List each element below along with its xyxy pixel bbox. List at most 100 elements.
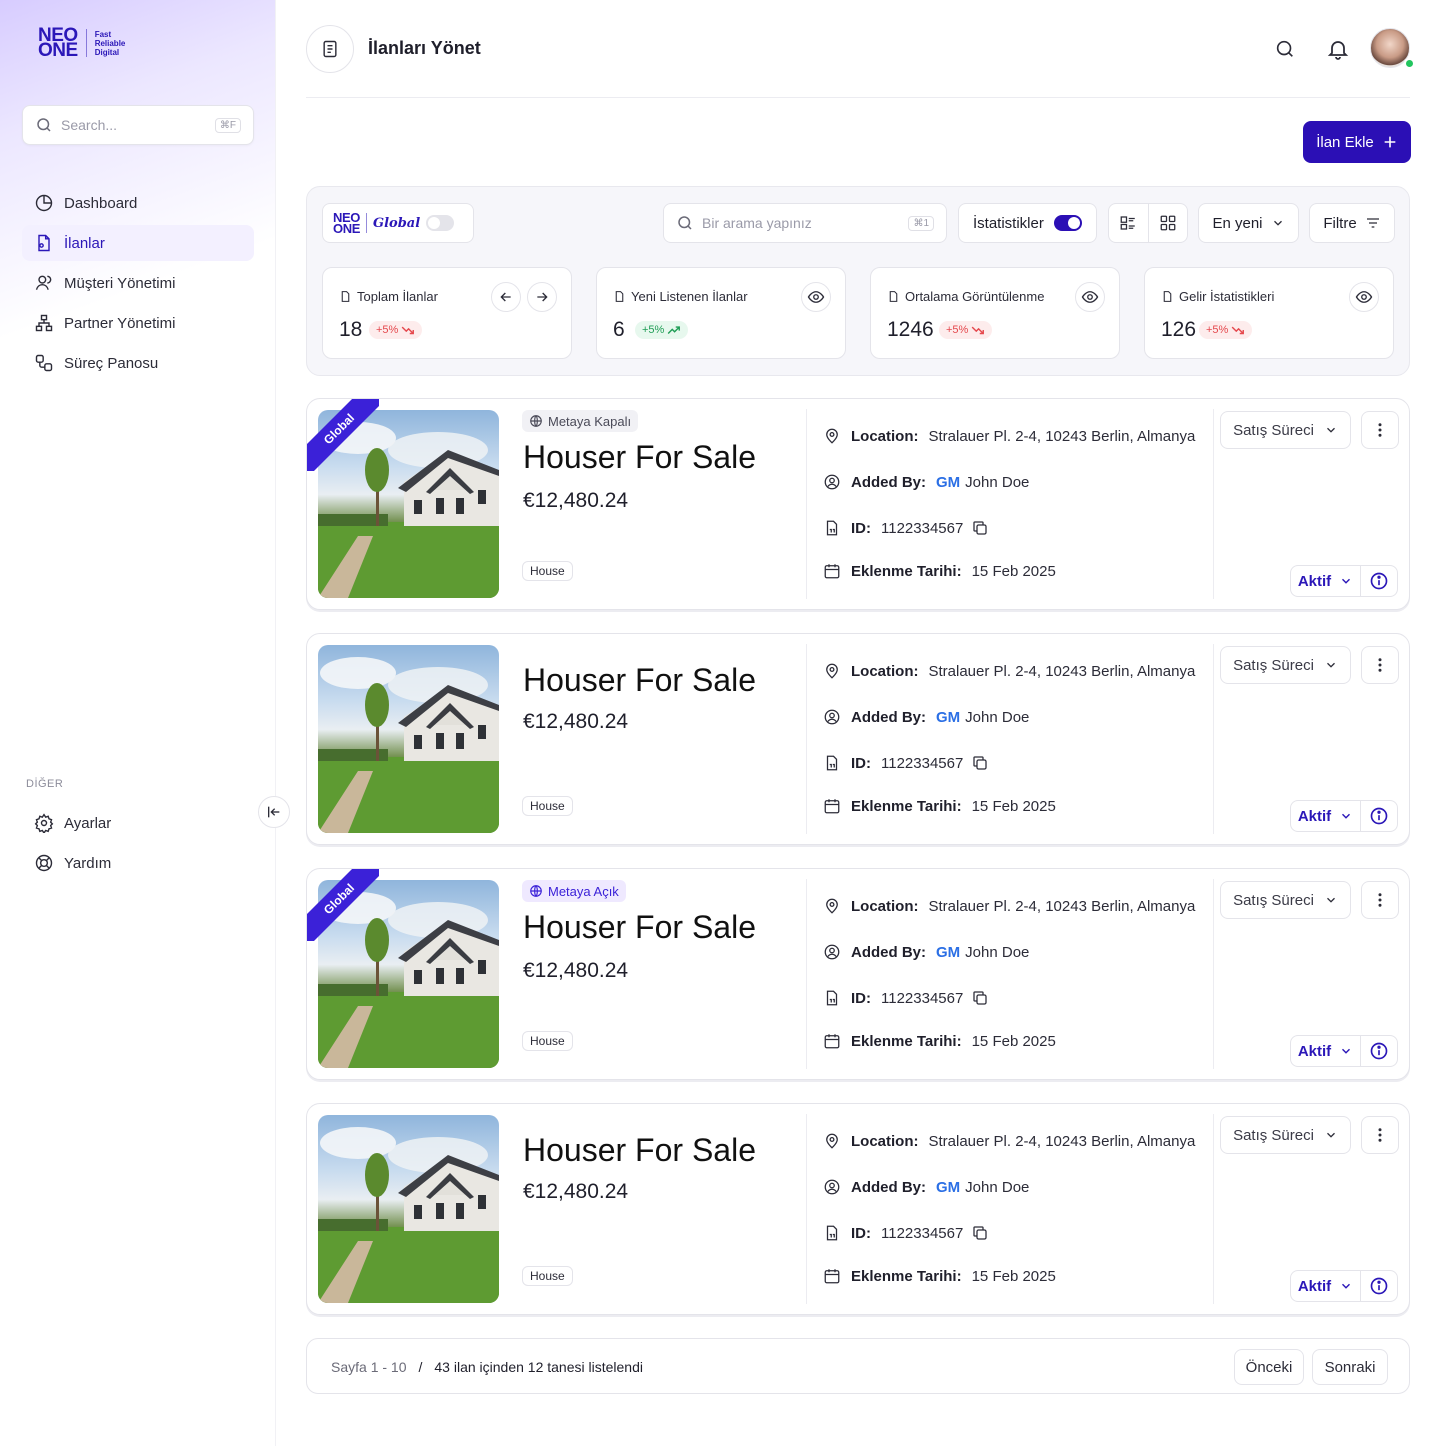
sidebar-item-ilanlar[interactable]: İlanlar [22, 225, 254, 261]
listing-photo[interactable] [318, 645, 499, 833]
user-initials: GM [936, 1178, 961, 1196]
statistics-switch[interactable] [1053, 215, 1082, 231]
file-icon [341, 291, 350, 302]
sidebar-item-musteri-yonetimi[interactable]: Müşteri Yönetimi [22, 265, 254, 301]
more-actions-button[interactable] [1361, 1116, 1399, 1154]
sidebar-item-ayarlar[interactable]: Ayarlar [22, 805, 254, 841]
location-value: Stralauer Pl. 2-4, 10243 Berlin, Almanya [928, 1132, 1196, 1150]
sales-process-dropdown[interactable]: Satış Süreci [1220, 881, 1351, 919]
id-document-icon [826, 520, 838, 536]
header-search-button[interactable] [1274, 38, 1296, 65]
id-value: 1122334567 [881, 754, 964, 772]
more-actions-button[interactable] [1361, 411, 1399, 449]
status-dropdown[interactable]: Aktif [1291, 566, 1361, 596]
sort-label: En yeni [1212, 214, 1263, 232]
id-label: ID: [851, 989, 871, 1007]
listing-card[interactable]: Houser For Sale €12,480.24 House Location: S… [306, 633, 1410, 845]
trend-badge: +5% [1199, 321, 1253, 339]
next-button[interactable] [527, 282, 557, 312]
brand-logo[interactable]: NEO ONE Fast Reliable Digital [38, 25, 125, 61]
listing-title[interactable]: Houser For Sale [523, 1132, 756, 1169]
copy-id-button[interactable] [971, 519, 989, 537]
sidebar-item-partner-yonetimi[interactable]: Partner Yönetimi [22, 305, 254, 341]
global-filter-toggle[interactable]: NEO ONE Global [322, 203, 474, 243]
id-label: ID: [851, 1224, 871, 1242]
info-circle-icon [1370, 1042, 1388, 1060]
location-pin-icon [826, 663, 838, 679]
listing-search-input[interactable]: Bir arama yapınız ⌘1 [663, 203, 947, 243]
info-button[interactable] [1361, 1036, 1397, 1066]
show-stat-button[interactable] [1349, 282, 1379, 312]
chevron-down-icon [1342, 1048, 1351, 1054]
sales-process-dropdown[interactable]: Satış Süreci [1220, 411, 1351, 449]
list-view-icon [1120, 216, 1135, 230]
id-row: ID: 1122334567 [823, 754, 989, 772]
statistics-toggle[interactable]: İstatistikler [958, 203, 1097, 243]
added-by-value: John Doe [965, 943, 1030, 961]
filter-button[interactable]: Filtre [1309, 203, 1395, 243]
info-circle-icon [1370, 807, 1388, 825]
status-dropdown[interactable]: Aktif [1291, 801, 1361, 831]
status-dropdown[interactable]: Aktif [1291, 1271, 1361, 1301]
info-circle-icon [1370, 1277, 1388, 1295]
sidebar-item-yardim[interactable]: Yardım [22, 845, 254, 881]
status-dropdown[interactable]: Aktif [1291, 1036, 1361, 1066]
sidebar-item-dashboard[interactable]: Dashboard [22, 185, 254, 221]
chevron-down-icon [1326, 427, 1335, 433]
user-initials: GM [936, 473, 961, 491]
grid-view-button[interactable] [1149, 204, 1188, 242]
info-button[interactable] [1361, 801, 1397, 831]
info-button[interactable] [1361, 566, 1397, 596]
calendar-icon [824, 1034, 840, 1049]
show-stat-button[interactable] [1075, 282, 1105, 312]
previous-page-button[interactable]: Önceki [1234, 1349, 1304, 1385]
added-by-label: Added By: [851, 473, 926, 491]
location-row: Location: Stralauer Pl. 2-4, 10243 Berlin… [823, 662, 1195, 680]
copy-id-button[interactable] [971, 1224, 989, 1242]
sales-process-dropdown[interactable]: Satış Süreci [1220, 1116, 1351, 1154]
listing-photo[interactable] [318, 1115, 499, 1303]
more-vertical-icon [1378, 1128, 1382, 1142]
show-stat-button[interactable] [801, 282, 831, 312]
id-document-icon [826, 1225, 838, 1241]
info-button[interactable] [1361, 1271, 1397, 1301]
more-actions-button[interactable] [1361, 646, 1399, 684]
listing-card[interactable]: Global Metaya Kapalı Houser For Sale €12,48… [306, 398, 1410, 610]
ribbon-label: Global [307, 869, 379, 941]
notifications-button[interactable] [1326, 37, 1350, 66]
id-row: ID: 1122334567 [823, 1224, 989, 1242]
added-by-value: John Doe [965, 473, 1030, 491]
pagination: Sayfa 1 - 10 / 43 ilan içinden 12 tanesi… [306, 1338, 1410, 1394]
date-row: Eklenme Tarihi: 15 Feb 2025 [823, 797, 1056, 815]
eye-icon [807, 291, 825, 303]
location-pin-icon [826, 428, 838, 444]
listing-title[interactable]: Houser For Sale [523, 909, 756, 946]
status-control: Aktif [1290, 1035, 1398, 1067]
list-view-button[interactable] [1109, 204, 1149, 242]
sidebar-item-surec-panosu[interactable]: Süreç Panosu [22, 345, 254, 381]
copy-icon [973, 756, 987, 770]
more-actions-button[interactable] [1361, 881, 1399, 919]
listing-title[interactable]: Houser For Sale [523, 439, 756, 476]
user-circle-icon [824, 944, 840, 960]
copy-id-button[interactable] [971, 754, 989, 772]
listing-card[interactable]: Houser For Sale €12,480.24 House Location: S… [306, 1103, 1410, 1315]
previous-button[interactable] [491, 282, 521, 312]
location-label: Location: [851, 897, 919, 915]
user-circle-icon [824, 709, 840, 725]
collapse-sidebar-button[interactable] [258, 796, 290, 828]
global-switch[interactable] [426, 215, 455, 231]
global-label: Global [372, 215, 421, 231]
copy-id-button[interactable] [971, 989, 989, 1007]
listing-card[interactable]: Global Metaya Açık Houser For Sale €12,480.… [306, 868, 1410, 1080]
sidebar: NEO ONE Fast Reliable Digital Search... … [0, 0, 276, 1446]
sort-dropdown[interactable]: En yeni [1198, 203, 1299, 243]
next-page-button[interactable]: Sonraki [1312, 1349, 1388, 1385]
sales-process-dropdown[interactable]: Satış Süreci [1220, 646, 1351, 684]
filter-lines-icon [1366, 218, 1379, 228]
sidebar-search-input[interactable]: Search... ⌘F [22, 105, 254, 145]
logo-wordmark: NEO ONE [38, 25, 78, 61]
listing-title[interactable]: Houser For Sale [523, 662, 756, 699]
add-listing-button[interactable]: İlan Ekle [1303, 121, 1411, 163]
stat-label: Gelir İstatistikleri [1161, 289, 1274, 304]
